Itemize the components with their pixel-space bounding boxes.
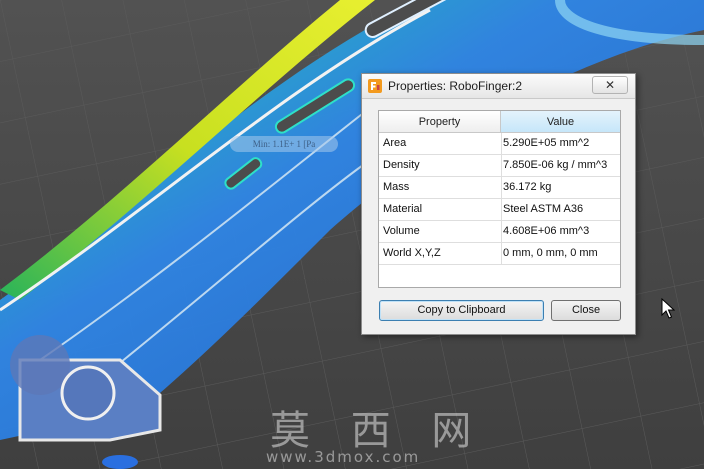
properties-table: Property Value Area 5.290E+05 mm^2 Densit… <box>378 110 621 288</box>
close-button[interactable]: Close <box>551 300 621 321</box>
property-value: 5.290E+05 mm^2 <box>503 137 590 149</box>
dialog-titlebar[interactable]: Properties: RoboFinger:2 ✕ <box>362 74 635 99</box>
property-name: Mass <box>383 181 410 193</box>
property-name: Density <box>383 159 420 171</box>
table-header: Property Value <box>379 111 620 133</box>
property-name: Volume <box>383 225 420 237</box>
copy-to-clipboard-button[interactable]: Copy to Clipboard <box>379 300 544 321</box>
property-value: 4.608E+06 mm^3 <box>503 225 590 237</box>
table-body: Area 5.290E+05 mm^2 Density 7.850E-06 kg /… <box>379 133 620 265</box>
properties-dialog: Properties: RoboFinger:2 ✕ Property Valu… <box>361 73 636 335</box>
property-value: 0 mm, 0 mm, 0 mm <box>503 247 598 259</box>
property-value: Steel ASTM A36 <box>503 203 584 215</box>
min-stress-tooltip: Min: 1.1E+ 1 [Pa <box>230 136 338 152</box>
dialog-title: Properties: RoboFinger:2 <box>388 79 523 93</box>
watermark-url: www.3dmox.com <box>266 448 421 466</box>
joint-hole-1 <box>10 335 70 395</box>
property-value: 36.172 kg <box>503 181 552 193</box>
joint-hole-2 <box>60 365 116 421</box>
table-row[interactable]: Density 7.850E-06 kg / mm^3 <box>379 155 620 177</box>
column-header-property[interactable]: Property <box>379 111 501 133</box>
close-icon[interactable]: ✕ <box>592 76 628 94</box>
mouse-pointer-icon <box>661 298 675 319</box>
column-header-value[interactable]: Value <box>501 111 620 133</box>
table-row[interactable]: Material Steel ASTM A36 <box>379 199 620 221</box>
property-name: World X,Y,Z <box>383 247 441 259</box>
fusion-app-icon <box>368 79 382 93</box>
property-value: 7.850E-06 kg / mm^3 <box>503 159 608 171</box>
table-row[interactable]: World X,Y,Z 0 mm, 0 mm, 0 mm <box>379 243 620 265</box>
table-row[interactable]: Mass 36.172 kg <box>379 177 620 199</box>
property-name: Area <box>383 137 407 149</box>
table-row[interactable]: Volume 4.608E+06 mm^3 <box>379 221 620 243</box>
property-name: Material <box>383 203 423 215</box>
table-row[interactable]: Area 5.290E+05 mm^2 <box>379 133 620 155</box>
